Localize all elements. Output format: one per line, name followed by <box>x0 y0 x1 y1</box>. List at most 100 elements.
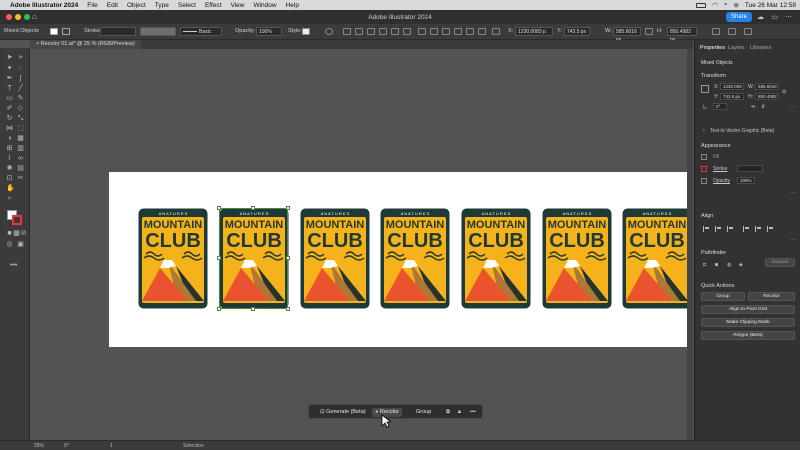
panel-layout-icon[interactable]: ▭ <box>771 13 778 21</box>
stroke-label[interactable]: Stroke <box>713 166 727 172</box>
align-left-icon[interactable] <box>343 28 351 35</box>
cloud-docs-icon[interactable]: ☁ <box>757 13 764 21</box>
tab-properties[interactable]: Properties <box>700 45 725 51</box>
minimize-window-button[interactable] <box>15 14 21 20</box>
selection-handle[interactable] <box>286 307 290 311</box>
group-button[interactable]: Group <box>701 292 745 301</box>
artboard-tool-icon[interactable]: ⊡ <box>6 175 13 182</box>
align-more-icon[interactable]: ⋯ <box>791 237 796 243</box>
type-tool-icon[interactable]: T <box>6 85 13 92</box>
panel-align-bottom-icon[interactable] <box>767 226 773 232</box>
lock-icon[interactable]: 🔒︎ <box>455 408 464 417</box>
opacity-field[interactable]: 100% <box>256 27 282 36</box>
mesh-tool-icon[interactable]: ⊞ <box>6 145 13 152</box>
document-tab[interactable]: × Recolor 01.ai* @ 25 % (RGB/Preview) <box>30 40 141 49</box>
hand-tool-icon[interactable]: ✋ <box>6 185 15 192</box>
mountain-club-badge[interactable]: A N A T U R E S MOUNTAIN CLUB <box>461 208 531 309</box>
align-top-icon[interactable] <box>379 28 387 35</box>
graph-tool-icon[interactable]: ▤ <box>17 165 24 172</box>
brush-definition-select[interactable]: Basic <box>180 27 222 36</box>
y-field[interactable]: 743.5 px <box>720 93 744 100</box>
selection-handle[interactable] <box>217 307 221 311</box>
opacity-field[interactable]: 100% <box>737 177 755 184</box>
align-bottom-icon[interactable] <box>403 28 411 35</box>
battery-icon[interactable] <box>696 2 707 8</box>
color-mode-icon[interactable]: ■ <box>6 230 13 237</box>
blend-tool-icon[interactable]: ∞ <box>17 155 24 162</box>
exclude-icon[interactable]: ◈ <box>739 262 743 268</box>
mountain-club-badge[interactable]: A N A T U R E S MOUNTAIN CLUB <box>542 208 612 309</box>
menu-view[interactable]: View <box>230 2 244 9</box>
tab-layers[interactable]: Layers <box>728 45 745 51</box>
reference-point-icon[interactable] <box>701 85 709 93</box>
menubar-clock[interactable]: Tue 26 Mar 12:58 <box>745 2 796 9</box>
rotation-value[interactable]: 0° <box>64 443 69 449</box>
opacity-label[interactable]: Opacity <box>713 178 730 184</box>
transform-icon[interactable] <box>712 28 720 35</box>
gradient-mode-icon[interactable]: ▩ <box>13 230 20 237</box>
symbol-sprayer-tool-icon[interactable]: ✺ <box>6 165 13 172</box>
menu-window[interactable]: Window <box>253 2 276 9</box>
recolor-artwork-icon[interactable] <box>325 28 333 35</box>
minus-front-icon[interactable]: ◙ <box>715 262 718 268</box>
panel-align-left-icon[interactable] <box>703 226 709 232</box>
free-transform-tool-icon[interactable]: ⬚ <box>17 125 24 132</box>
selection-handle[interactable] <box>286 256 290 260</box>
fill-swatch[interactable] <box>50 28 58 35</box>
stroke-swatch[interactable] <box>701 166 707 172</box>
w-field[interactable]: 585.6016 <box>755 83 779 90</box>
mountain-club-badge[interactable]: A N A T U R E S MOUNTAIN CLUB <box>622 208 687 309</box>
scale-tool-icon[interactable]: ⤡ <box>17 115 24 122</box>
align-hcenter-icon[interactable] <box>355 28 363 35</box>
direct-selection-tool-icon[interactable]: ➢ <box>17 54 24 61</box>
x-field[interactable]: 1230.0083 p <box>515 27 553 36</box>
distribute-bottom-icon[interactable] <box>442 28 450 35</box>
x-field[interactable]: 1230.006 <box>720 83 744 90</box>
tab-libraries[interactable]: Libraries <box>750 45 771 51</box>
graphic-style-swatch[interactable] <box>302 28 310 35</box>
rectangle-tool-icon[interactable]: ▭ <box>6 95 13 102</box>
w-field[interactable]: 585.6016 px <box>613 27 641 43</box>
more-options-icon[interactable]: ⋯ <box>791 104 796 110</box>
selection-tool-icon[interactable]: ➤ <box>6 54 13 61</box>
zoom-level[interactable]: 25% <box>34 443 44 449</box>
menu-type[interactable]: Type <box>155 2 169 9</box>
gradient-tool-icon[interactable]: ▥ <box>17 145 24 152</box>
slice-tool-icon[interactable]: ✂ <box>17 175 24 182</box>
align-right-icon[interactable] <box>367 28 375 35</box>
distribute-right-icon[interactable] <box>478 28 486 35</box>
lasso-tool-icon[interactable]: ◌ <box>17 65 24 72</box>
recolor-button[interactable]: Recolor <box>748 292 795 301</box>
magic-wand-tool-icon[interactable]: ✦ <box>6 65 13 72</box>
shape-builder-tool-icon[interactable]: ◑ <box>6 135 13 142</box>
y-field[interactable]: 743.5 px <box>564 27 590 36</box>
h-field[interactable]: 850.4982 <box>755 93 779 100</box>
curvature-tool-icon[interactable]: ∫ <box>17 75 24 82</box>
selection-handle[interactable] <box>251 307 255 311</box>
h-field[interactable]: 850.4982 px <box>667 27 697 43</box>
selection-handle[interactable] <box>286 206 290 210</box>
panel-align-right-icon[interactable] <box>727 226 733 232</box>
none-mode-icon[interactable]: ⊘ <box>20 230 27 237</box>
group-button[interactable]: Group <box>413 408 434 417</box>
variable-width-profile[interactable] <box>140 27 176 36</box>
screen-mode-icon[interactable]: ▣ <box>17 241 24 248</box>
chevron-right-icon[interactable]: › <box>703 128 705 134</box>
vertical-scrollbar[interactable] <box>687 49 693 440</box>
rotate-field[interactable]: 0° <box>713 103 727 110</box>
distribute-left-icon[interactable] <box>454 28 462 35</box>
fill-none-swatch[interactable] <box>701 154 707 160</box>
unite-icon[interactable]: ◘ <box>703 262 706 268</box>
constrain-proportions-icon[interactable] <box>645 28 653 35</box>
line-tool-icon[interactable]: ╱ <box>17 85 24 92</box>
distribute-vcenter-icon[interactable] <box>430 28 438 35</box>
mountain-club-badge[interactable]: A N A T U R E S MOUNTAIN CLUB <box>300 208 370 309</box>
make-clipping-mask-button[interactable]: Make Clipping Mask <box>701 318 795 327</box>
text-to-vector-label[interactable]: Text to Vector Graphic (Beta) <box>710 128 774 134</box>
control-center-icon[interactable]: ⊜ <box>733 1 738 9</box>
menu-effect[interactable]: Effect <box>205 2 222 9</box>
control-bar-menu-icon[interactable] <box>744 28 752 35</box>
flip-vertical-icon[interactable]: ⇵ <box>761 104 765 110</box>
menu-select[interactable]: Select <box>178 2 196 9</box>
eyedropper-tool-icon[interactable]: ⌇ <box>6 155 13 162</box>
